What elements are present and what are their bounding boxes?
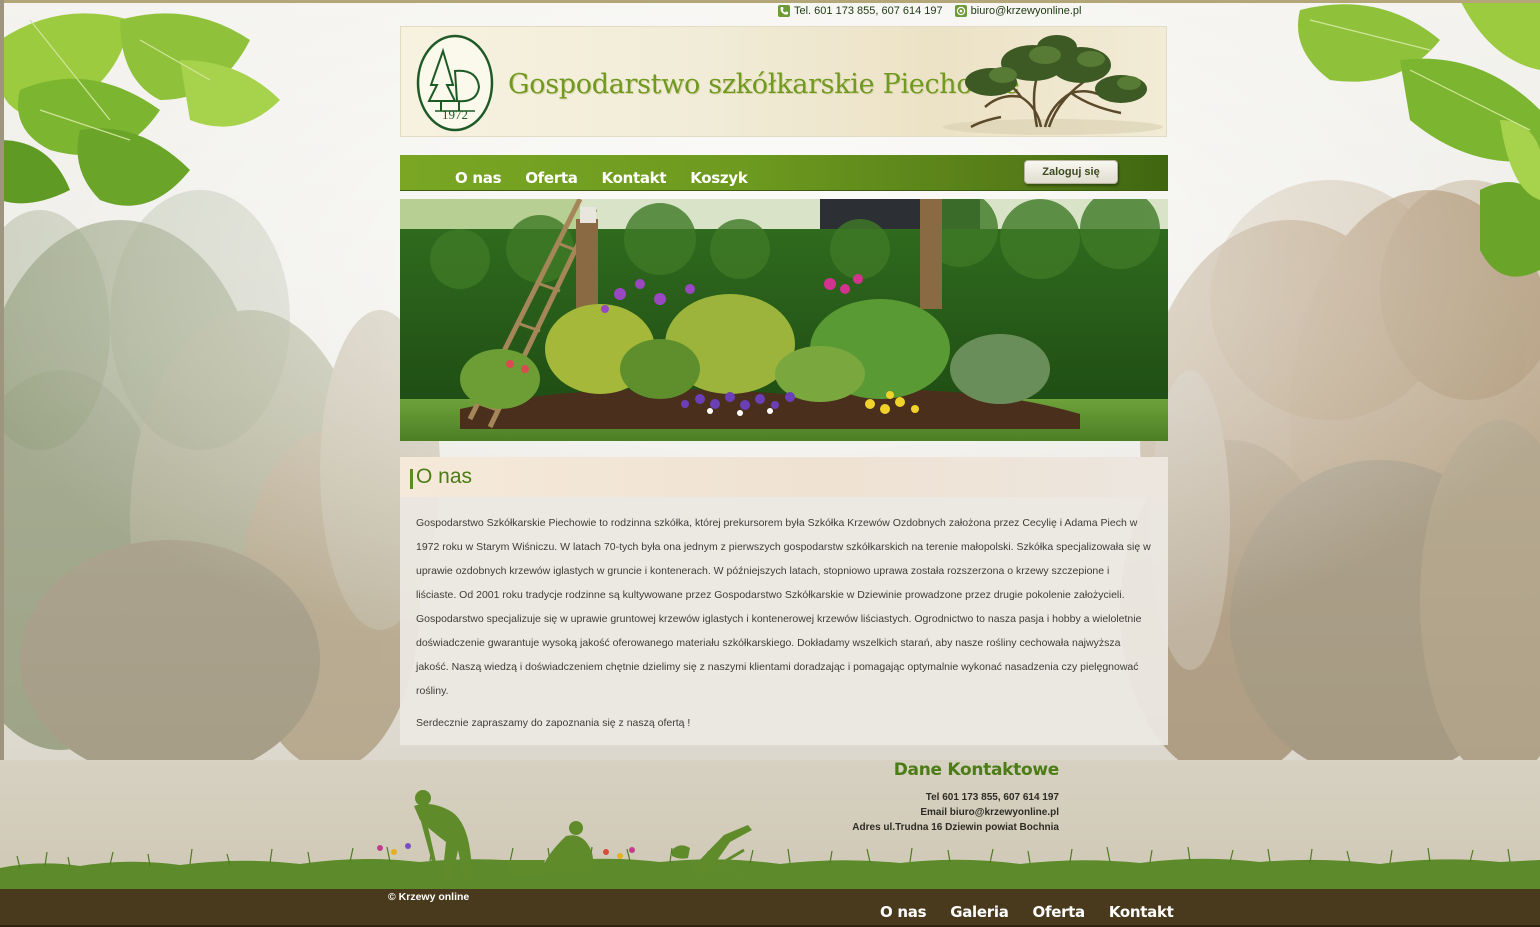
phone-icon [778,5,790,17]
left-rule [0,0,4,760]
nav-koszyk[interactable]: Koszyk [690,169,748,187]
nav-oferta[interactable]: Oferta [525,169,578,187]
top-contact: Tel. 601 173 855, 607 614 197 biuro@krze… [778,3,1081,19]
top-email[interactable]: biuro@krzewyonline.pl [971,5,1082,17]
footer-nav-kontakt[interactable]: Kontakt [1109,903,1174,921]
site-header: 1972 Gospodarstwo szkółkarskie Piechowie [400,26,1167,137]
title-accent-bar [410,469,413,489]
tree-illustration [943,35,1163,135]
footer-nav-o-nas[interactable]: O nas [880,903,927,921]
content-body: Gospodarstwo Szkółkarskie Piechowie to r… [400,497,1168,735]
copyright: © Krzewy online [388,891,470,903]
intro-paragraph: Gospodarstwo Szkółkarskie Piechowie to r… [416,517,1151,697]
content-header: O nas [400,457,1168,497]
footer-title: Dane Kontaktowe [893,760,1060,780]
footer-nav: O nas Galeria Oferta Kontakt [880,903,1174,921]
footer-contact: Dane Kontaktowe Tel 601 173 855, 607 614… [852,760,1059,835]
closing-paragraph: Serdecznie zapraszamy do zapoznania się … [416,717,691,729]
nav-kontakt[interactable]: Kontakt [602,169,667,187]
at-icon [954,5,967,17]
login-button[interactable]: Zaloguj się [1024,160,1118,184]
nav-o-nas[interactable]: O nas [455,169,502,187]
main-nav: O nas Oferta Kontakt Koszyk Zaloguj się [400,155,1168,191]
footer-phone: Tel 601 173 855, 607 614 197 [925,792,1059,803]
top-phone: Tel. 601 173 855, 607 614 197 [794,5,943,17]
garden-photo [400,199,1168,441]
footer-bar [0,889,1540,927]
footer-nav-galeria[interactable]: Galeria [950,903,1009,921]
top-rule [0,0,1540,3]
footer-address: Adres ul.Trudna 16 Dziewin powiat Bochni… [852,822,1059,833]
logo-year: 1972 [442,107,468,122]
footer-nav-oferta[interactable]: Oferta [1033,903,1086,921]
content-panel: O nas Gospodarstwo Szkółkarskie Piechowi… [400,457,1168,745]
page-title: O nas [416,465,473,488]
footer-email[interactable]: Email biuro@krzewyonline.pl [852,805,1059,820]
